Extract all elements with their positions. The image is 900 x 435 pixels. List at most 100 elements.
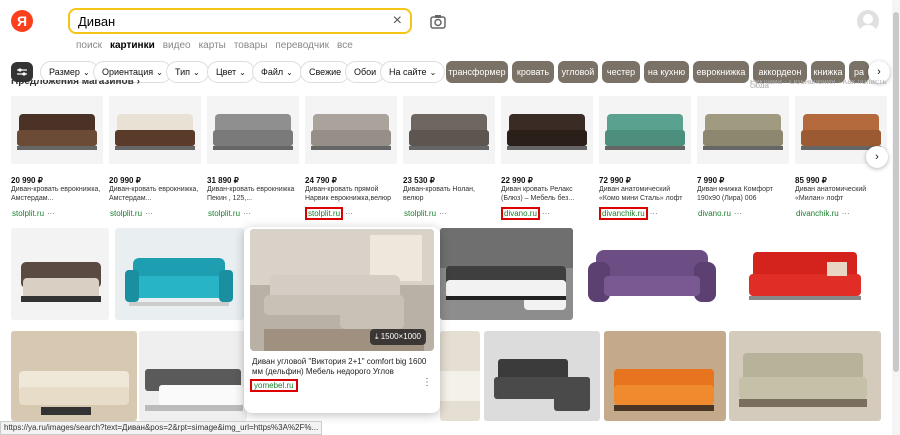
product-name[interactable]: Диван-кровать Нолан, велюр [403, 185, 495, 203]
hover-card-description[interactable]: Диван угловой "Виктория 2+1" comfort big… [252, 357, 432, 377]
hover-card-image[interactable]: ⤓ 1500×1000 [250, 229, 434, 351]
product-card[interactable]: 20 990 ₽ Диван-кровать еврокнижка, Амстер… [11, 96, 103, 221]
sofa-image [731, 228, 881, 320]
search-box[interactable]: × [68, 8, 412, 34]
tag-chip[interactable]: на кухню [644, 61, 689, 83]
shop-section-info: Реклама · Объявления · Как попасть сюда [750, 80, 887, 88]
chevron-down-icon: ⌄ [156, 67, 163, 77]
product-name[interactable]: Диван анатомический «Комо мини Сталь» ло… [599, 185, 691, 203]
product-card[interactable]: 31 890 ₽ Диван-кровать еврокнижка Пекин ,… [207, 96, 299, 221]
image-result[interactable] [11, 228, 109, 320]
product-image[interactable] [697, 96, 789, 164]
product-image[interactable] [403, 96, 495, 164]
filter-label: Цвет [216, 67, 237, 77]
product-shop-link[interactable]: divanchik.ru [599, 207, 648, 220]
image-result[interactable] [484, 331, 600, 421]
filter-type[interactable]: Тип ⌄ [166, 61, 209, 83]
product-name[interactable]: Диван-кровать еврокнижка, Амстердам... [11, 185, 103, 203]
product-image[interactable] [207, 96, 299, 164]
nav-maps[interactable]: карты [199, 40, 226, 51]
more-options-icon[interactable]: ··· [542, 209, 550, 218]
hover-card-site-link[interactable]: yomebel.ru [250, 379, 298, 392]
filter-on-site[interactable]: На сайте ⌄ [380, 61, 446, 83]
scrollbar-thumb[interactable] [893, 12, 899, 372]
product-image[interactable] [11, 96, 103, 164]
image-result[interactable] [440, 228, 573, 320]
filter-color[interactable]: Цвет ⌄ [207, 61, 255, 83]
product-card[interactable]: 7 990 ₽ Диван книжка Комфорт 190х90 (Лира… [697, 96, 789, 221]
nav-search[interactable]: поиск [76, 40, 102, 51]
product-image[interactable] [305, 96, 397, 164]
search-input[interactable] [78, 13, 393, 29]
nav-all[interactable]: все [337, 40, 353, 51]
yandex-logo[interactable]: Я [11, 10, 33, 32]
filter-file[interactable]: Файл ⌄ [252, 61, 302, 83]
product-shop-link[interactable]: divano.ru [501, 207, 540, 220]
product-shop-link[interactable]: stolplit.ru [403, 209, 437, 218]
image-search-icon[interactable] [428, 12, 448, 32]
product-price: 20 990 ₽ [109, 176, 141, 185]
tag-chip[interactable]: честер [602, 61, 640, 83]
more-options-icon[interactable]: ··· [145, 209, 153, 218]
product-image[interactable] [109, 96, 201, 164]
filter-label: Размер [49, 67, 80, 77]
more-options-icon[interactable]: ··· [439, 209, 447, 218]
product-name[interactable]: Диван кровать Релакс (Блюз) – Мебель без… [501, 185, 593, 203]
image-result[interactable] [580, 228, 724, 320]
product-price: 23 530 ₽ [403, 176, 435, 185]
product-name[interactable]: Диван анатомический «Милан» лофт [795, 185, 887, 203]
image-result[interactable] [115, 228, 244, 320]
product-card[interactable]: 20 990 ₽ Диван-кровать еврокнижка, Амстер… [109, 96, 201, 221]
image-result[interactable] [139, 331, 247, 421]
nav-video[interactable]: видео [163, 40, 191, 51]
carousel-next-icon[interactable]: › [866, 146, 888, 168]
image-result[interactable] [731, 228, 881, 320]
more-options-icon[interactable]: ⋮ [422, 377, 432, 388]
page-scrollbar[interactable] [892, 0, 900, 435]
product-image[interactable] [599, 96, 691, 164]
product-shop-link[interactable]: stolplit.ru [11, 209, 45, 218]
image-result[interactable] [440, 331, 480, 421]
filter-fresh[interactable]: Свежие [300, 61, 351, 83]
more-options-icon[interactable]: ··· [243, 209, 251, 218]
nav-translator[interactable]: переводчик [275, 40, 329, 51]
more-options-icon[interactable]: ··· [842, 209, 850, 218]
product-shop-link[interactable]: stolplit.ru [305, 207, 344, 220]
tag-chip[interactable]: угловой [558, 61, 598, 83]
product-name[interactable]: Диван книжка Комфорт 190х90 (Лира) 006 [697, 185, 789, 203]
image-hover-card[interactable]: ⤓ 1500×1000 Диван угловой "Виктория 2+1"… [244, 227, 440, 413]
product-image[interactable] [501, 96, 593, 164]
product-card[interactable]: 72 990 ₽ Диван анатомический «Комо мини С… [599, 96, 691, 221]
more-options-icon[interactable]: ··· [345, 209, 353, 218]
nav-images[interactable]: картинки [110, 40, 155, 51]
product-shop-link[interactable]: divano.ru [697, 209, 732, 218]
shop-section-title[interactable]: Предложения магазинов › [11, 80, 140, 88]
product-card[interactable]: 23 530 ₽ Диван-кровать Нолан, велюр stolpl… [403, 96, 495, 221]
product-shop-link[interactable]: stolplit.ru [207, 209, 241, 218]
image-result[interactable] [11, 331, 137, 421]
filter-label: Обои [354, 67, 377, 77]
product-name[interactable]: Диван-кровать прямой Нарвик еврокнижка,в… [305, 185, 397, 203]
more-options-icon[interactable]: ··· [650, 209, 658, 218]
product-card[interactable]: 24 790 ₽ Диван-кровать прямой Нарвик евро… [305, 96, 397, 221]
tag-chip[interactable]: трансформер [446, 61, 508, 83]
image-result[interactable] [729, 331, 881, 421]
product-name[interactable]: Диван-кровать еврокнижка, Амстердам... [109, 185, 201, 203]
more-options-icon[interactable]: ··· [47, 209, 55, 218]
filter-label: Ориентация [102, 67, 154, 77]
sofa-image [599, 96, 691, 164]
tag-chip[interactable]: кровать [512, 61, 554, 83]
product-card[interactable]: 22 990 ₽ Диван кровать Релакс (Блюз) – Ме… [501, 96, 593, 221]
tag-chip[interactable]: еврокнижка [693, 61, 749, 83]
clear-icon[interactable]: × [393, 13, 402, 29]
image-result[interactable] [604, 331, 726, 421]
product-shop-link[interactable]: stolplit.ru [109, 209, 143, 218]
more-options-icon[interactable]: ··· [734, 209, 742, 218]
nav-products[interactable]: товары [234, 40, 268, 51]
product-shop-link[interactable]: divanchik.ru [795, 209, 840, 218]
sofa-image [11, 331, 137, 421]
user-avatar[interactable] [857, 10, 879, 32]
filter-settings-button[interactable] [11, 62, 33, 82]
product-name[interactable]: Диван-кровать еврокнижка Пекин , 125,... [207, 185, 299, 203]
sofa-image [207, 96, 299, 164]
